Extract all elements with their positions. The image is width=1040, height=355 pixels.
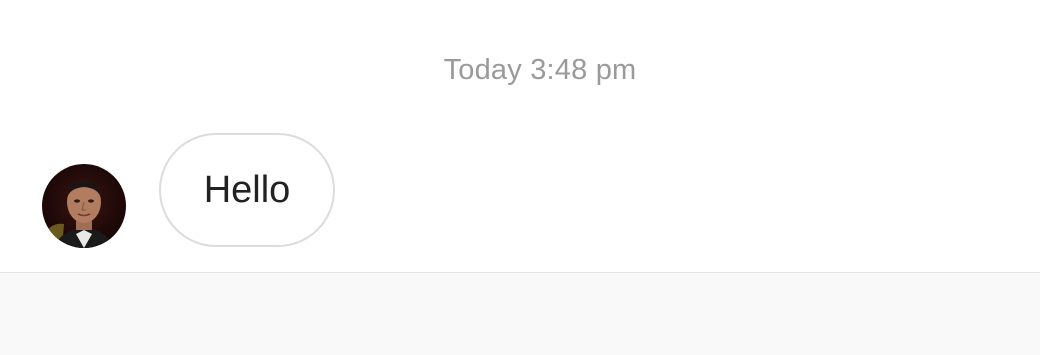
message-bubble[interactable]: Hello — [159, 133, 335, 247]
message-text: Hello — [203, 168, 291, 211]
avatar-photo — [42, 164, 126, 248]
message-timestamp: Today 3:48 pm — [443, 54, 637, 86]
sender-avatar[interactable] — [42, 164, 126, 248]
message-row: Hello — [42, 131, 335, 249]
composer-area[interactable] — [0, 273, 1040, 355]
chat-message-list[interactable]: Today 3:48 pm Hello — [0, 0, 1040, 272]
